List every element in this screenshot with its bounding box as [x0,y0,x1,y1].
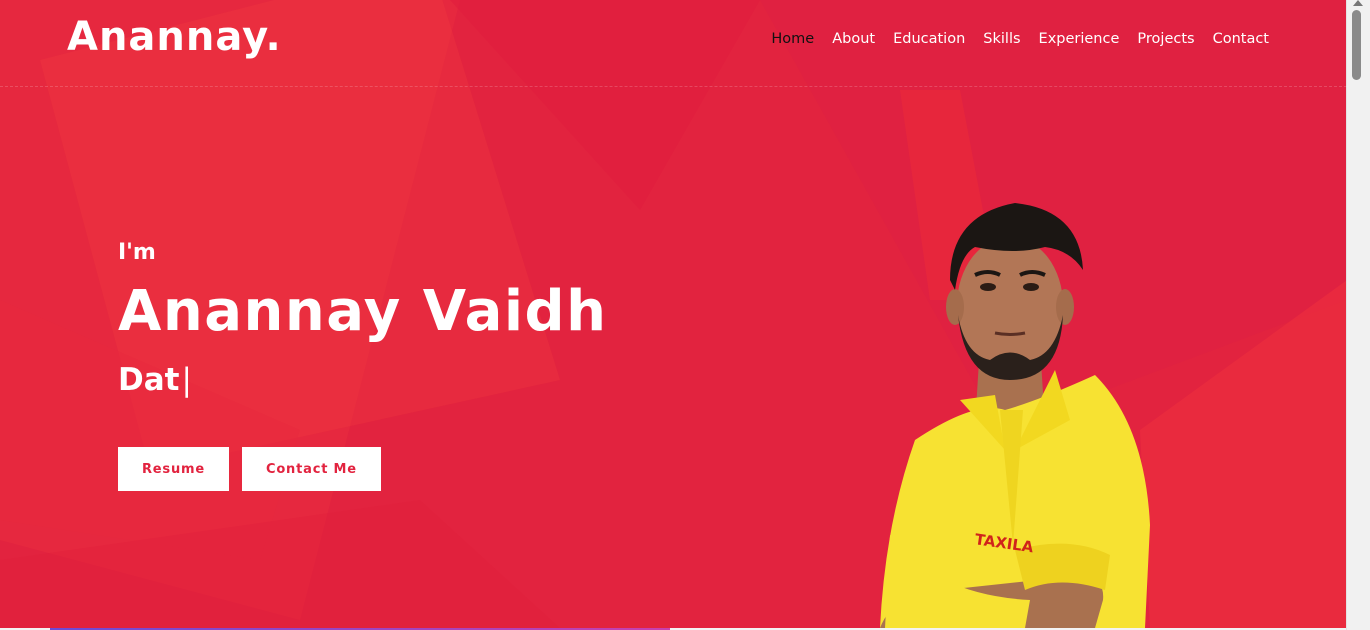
profile-portrait: TAXILA [880,203,1150,628]
hero-buttons: Resume Contact Me [118,447,381,491]
hero-section: Anannay. Home About Education Skills Exp… [0,0,1347,628]
main-nav: Home About Education Skills Experience P… [771,31,1269,47]
scrollbar-thumb[interactable] [1352,10,1361,80]
nav-item-projects[interactable]: Projects [1137,31,1194,47]
typed-text: Dat [118,362,180,398]
typing-cursor: | [181,362,192,398]
nav-item-skills[interactable]: Skills [983,31,1020,47]
site-logo[interactable]: Anannay. [67,14,282,60]
nav-item-contact[interactable]: Contact [1213,31,1269,47]
hero-name: Anannay Vaidh [118,279,608,344]
scroll-up-arrow-icon[interactable] [1353,0,1363,6]
nav-item-home[interactable]: Home [771,31,814,47]
nav-item-experience[interactable]: Experience [1039,31,1120,47]
hero-greeting: I'm [118,240,156,265]
nav-item-education[interactable]: Education [893,31,965,47]
hero-typed-role: Dat| [118,362,608,398]
hero-intro: I'm Anannay Vaidh Dat| [118,240,608,398]
contact-me-button[interactable]: Contact Me [241,447,381,491]
nav-item-about[interactable]: About [832,31,875,47]
resume-button[interactable]: Resume [118,447,229,491]
page-scrollbar[interactable] [1346,0,1370,630]
site-header: Anannay. Home About Education Skills Exp… [0,0,1347,87]
